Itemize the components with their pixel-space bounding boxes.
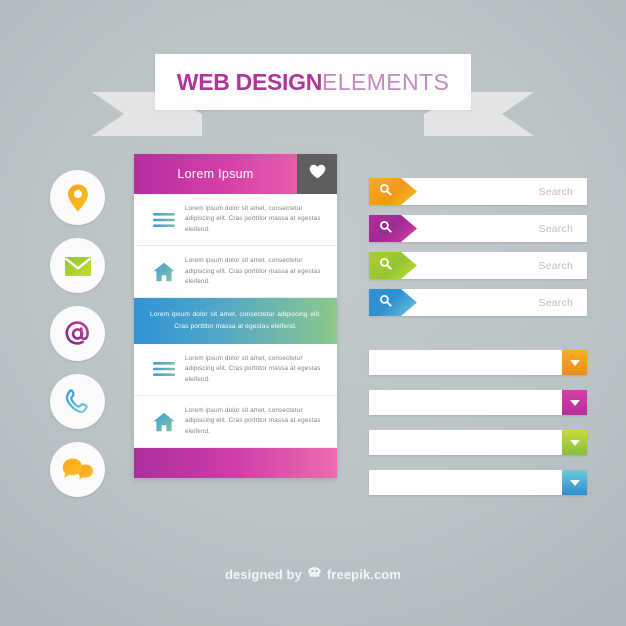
dropdown-group xyxy=(369,350,587,510)
chevron-down-icon xyxy=(569,439,580,446)
dropdown-magenta[interactable] xyxy=(369,390,587,415)
search-icon xyxy=(379,294,392,312)
dropdown-toggle-blue[interactable] xyxy=(562,470,587,495)
list-item[interactable]: Lorem ipsum dolor sit amet, consectetur … xyxy=(134,246,337,299)
favorite-button[interactable] xyxy=(297,154,337,194)
chevron-down-icon xyxy=(569,359,580,366)
card-header-title: Lorem Ipsum xyxy=(177,167,254,181)
search-bar-green[interactable]: Search xyxy=(369,252,587,279)
list-card: Lorem Ipsum Lorem ipsum dolor sit amet, … xyxy=(134,154,337,479)
list-item[interactable]: Lorem ipsum dolor sit amet, consectetur … xyxy=(134,396,337,449)
search-tag-green[interactable] xyxy=(369,252,417,279)
dropdown-blue[interactable] xyxy=(369,470,587,495)
search-input[interactable]: Search xyxy=(539,186,573,198)
list-item-text: Lorem ipsum dolor sit amet, consectetur … xyxy=(185,257,321,285)
at-sign-icon xyxy=(63,319,93,349)
search-bar-blue[interactable]: Search xyxy=(369,289,587,316)
search-input[interactable]: Search xyxy=(539,260,573,272)
circle-button-mention[interactable] xyxy=(50,306,105,361)
search-icon xyxy=(379,220,392,238)
search-bar-orange[interactable]: Search xyxy=(369,178,587,205)
page-title-strong: WEB DESIGN xyxy=(176,68,323,95)
search-tag-magenta[interactable] xyxy=(369,215,417,242)
chevron-down-icon xyxy=(569,399,580,406)
heart-icon xyxy=(309,164,326,184)
credit-line: designed by freepik.com xyxy=(0,566,626,582)
card-footer xyxy=(134,448,337,479)
circle-button-location[interactable] xyxy=(50,170,105,225)
page-title-light: ELEMENTS xyxy=(322,68,450,95)
list-item-text: Lorem ipsum dolor sit amet, consectetur … xyxy=(185,205,321,233)
list-item-text: Lorem ipsum dolor sit amet, consectetur … xyxy=(185,407,321,435)
dropdown-green[interactable] xyxy=(369,430,587,455)
location-pin-icon xyxy=(64,183,92,213)
list-item-text: Lorem ipsum dolor sit amet, consectetur … xyxy=(185,354,321,383)
card-header: Lorem Ipsum xyxy=(134,154,337,194)
circle-button-chat[interactable] xyxy=(50,442,105,497)
search-icon xyxy=(379,183,392,201)
chat-bubbles-icon xyxy=(62,457,94,483)
list-item[interactable]: Lorem ipsum dolor sit amet, consectetur … xyxy=(134,194,337,247)
home-icon xyxy=(143,412,185,432)
page-title: WEB DESIGNELEMENTS xyxy=(176,68,450,95)
chevron-down-icon xyxy=(569,479,580,486)
search-tag-blue[interactable] xyxy=(369,289,417,316)
ribbon-banner: WEB DESIGNELEMENTS xyxy=(0,54,626,140)
dropdown-toggle-magenta[interactable] xyxy=(562,390,587,415)
credit-prefix: designed by xyxy=(224,566,302,582)
dropdown-orange[interactable] xyxy=(369,350,587,375)
envelope-icon xyxy=(63,254,93,278)
search-icon xyxy=(379,257,392,275)
ribbon-band: WEB DESIGNELEMENTS xyxy=(155,54,471,110)
search-bar-magenta[interactable]: Search xyxy=(369,215,587,242)
freepik-logo-icon xyxy=(307,566,322,582)
home-icon xyxy=(143,262,185,282)
phone-icon xyxy=(64,388,91,415)
circle-button-phone[interactable] xyxy=(50,374,105,429)
credit-brand: freepik.com xyxy=(326,566,402,582)
infographic-canvas: WEB DESIGNELEMENTS Lorem Ipsum Lorem ips… xyxy=(0,0,626,626)
search-tag-orange[interactable] xyxy=(369,178,417,205)
list-item-text: Lorem ipsum dolor sit amet, consectetur … xyxy=(150,311,321,330)
search-bar-group: Search Search Search Search xyxy=(369,178,587,326)
search-input[interactable]: Search xyxy=(539,297,573,309)
hamburger-menu-icon xyxy=(143,361,185,377)
social-icon-column xyxy=(50,170,108,510)
search-input[interactable]: Search xyxy=(539,223,573,235)
hamburger-menu-icon xyxy=(143,212,185,228)
dropdown-toggle-orange[interactable] xyxy=(562,350,587,375)
list-item[interactable]: Lorem ipsum dolor sit amet, consectetur … xyxy=(134,343,337,397)
list-item-highlighted[interactable]: Lorem ipsum dolor sit amet, consectetur … xyxy=(134,298,337,344)
dropdown-toggle-green[interactable] xyxy=(562,430,587,455)
circle-button-email[interactable] xyxy=(50,238,105,293)
